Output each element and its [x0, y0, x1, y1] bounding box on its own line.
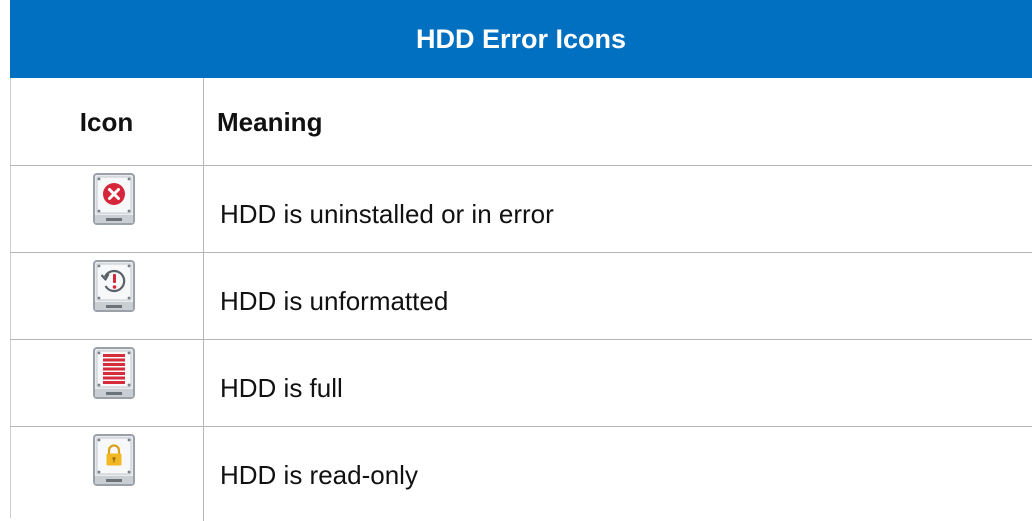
hdd-error-icon [92, 173, 136, 225]
table-row: HDD is uninstalled or in error [10, 166, 1032, 252]
meaning-text: HDD is read-only [220, 460, 418, 490]
header-row: Icon Meaning [10, 79, 1032, 165]
meaning-text: HDD is uninstalled or in error [220, 199, 554, 229]
hdd-read-only-icon [92, 434, 136, 486]
hdd-unformatted-icon [92, 260, 136, 312]
hdd-error-icons-table: HDD Error Icons Icon Meaning HDD is unin… [10, 0, 1032, 521]
hdd-full-icon [92, 347, 136, 399]
table-title: HDD Error Icons [10, 0, 1032, 78]
header-meaning: Meaning [217, 106, 323, 137]
meaning-text: HDD is full [220, 373, 343, 403]
header-icon: Icon [79, 106, 134, 137]
table-row: HDD is full [10, 340, 1032, 426]
meaning-text: HDD is unformatted [220, 286, 449, 316]
table-row: HDD is read-only [10, 427, 1032, 513]
table-row: HDD is unformatted [10, 253, 1032, 339]
